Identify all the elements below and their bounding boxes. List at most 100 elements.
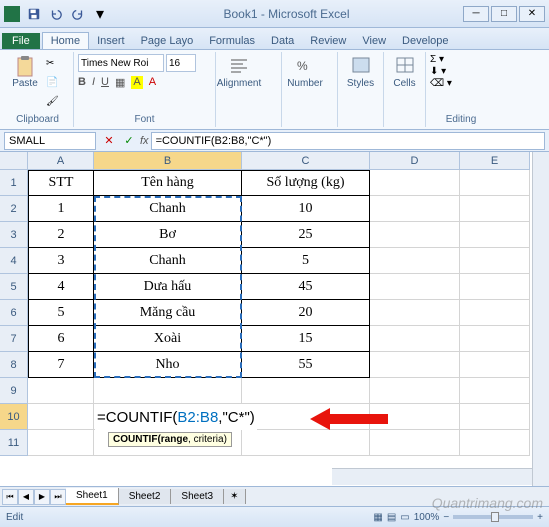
cell-C1[interactable]: Số lượng (kg) bbox=[242, 170, 370, 196]
cell-D4[interactable] bbox=[370, 248, 460, 274]
autosum-button[interactable]: Σ ▾ bbox=[430, 54, 492, 65]
cell-C3[interactable]: 25 bbox=[242, 222, 370, 248]
new-sheet-button[interactable]: ✶ bbox=[224, 489, 245, 504]
cut-icon[interactable]: ✂ bbox=[46, 54, 59, 72]
cell-D3[interactable] bbox=[370, 222, 460, 248]
sheet-nav-last[interactable]: ⏭ bbox=[50, 489, 66, 505]
copy-icon[interactable]: 📄 bbox=[46, 73, 59, 91]
bold-button[interactable]: B bbox=[78, 76, 86, 89]
tab-developer[interactable]: Develope bbox=[394, 33, 456, 49]
confirm-formula-icon[interactable]: ✓ bbox=[120, 132, 138, 150]
tab-insert[interactable]: Insert bbox=[89, 33, 133, 49]
row-header-7[interactable]: 7 bbox=[0, 326, 28, 352]
cell-A8[interactable]: 7 bbox=[28, 352, 94, 378]
paste-button[interactable]: Paste bbox=[6, 54, 44, 112]
row-header-1[interactable]: 1 bbox=[0, 170, 28, 196]
sheet-tab-1[interactable]: Sheet1 bbox=[66, 488, 119, 505]
cell-D8[interactable] bbox=[370, 352, 460, 378]
zoom-level[interactable]: 100% bbox=[414, 512, 440, 523]
zoom-out-button[interactable]: − bbox=[443, 512, 449, 523]
cell-C6[interactable]: 20 bbox=[242, 300, 370, 326]
italic-button[interactable]: I bbox=[92, 76, 95, 89]
cell-D2[interactable] bbox=[370, 196, 460, 222]
row-header-6[interactable]: 6 bbox=[0, 300, 28, 326]
cell-A5[interactable]: 4 bbox=[28, 274, 94, 300]
cell-A10[interactable] bbox=[28, 404, 94, 430]
cell-A6[interactable]: 5 bbox=[28, 300, 94, 326]
column-header-B[interactable]: B bbox=[94, 152, 242, 170]
row-header-9[interactable]: 9 bbox=[0, 378, 28, 404]
cell-A11[interactable] bbox=[28, 430, 94, 456]
cell-A1[interactable]: STT bbox=[28, 170, 94, 196]
qat-dropdown-icon[interactable]: ▾ bbox=[90, 4, 110, 24]
cell-A9[interactable] bbox=[28, 378, 94, 404]
cell-D5[interactable] bbox=[370, 274, 460, 300]
cell-B6[interactable]: Măng cầu bbox=[94, 300, 242, 326]
view-normal-icon[interactable]: ▦ bbox=[373, 512, 382, 523]
column-header-D[interactable]: D bbox=[370, 152, 460, 170]
cell-A3[interactable]: 2 bbox=[28, 222, 94, 248]
clear-button[interactable]: ⌫ ▾ bbox=[430, 78, 492, 89]
cell-E3[interactable] bbox=[460, 222, 530, 248]
row-header-11[interactable]: 11 bbox=[0, 430, 28, 456]
formula-bar[interactable]: =COUNTIF(B2:B8,"C*") bbox=[151, 132, 545, 150]
number-button[interactable]: %Number bbox=[286, 54, 324, 123]
redo-icon[interactable] bbox=[68, 4, 88, 24]
tab-review[interactable]: Review bbox=[302, 33, 354, 49]
cell-C2[interactable]: 10 bbox=[242, 196, 370, 222]
sheet-nav-next[interactable]: ▶ bbox=[34, 489, 50, 505]
cell-E10[interactable] bbox=[460, 404, 530, 430]
cell-A2[interactable]: 1 bbox=[28, 196, 94, 222]
cell-A4[interactable]: 3 bbox=[28, 248, 94, 274]
cell-B8[interactable]: Nho bbox=[94, 352, 242, 378]
fill-color-button[interactable]: A bbox=[131, 76, 142, 89]
cell-E7[interactable] bbox=[460, 326, 530, 352]
save-icon[interactable] bbox=[24, 4, 44, 24]
undo-icon[interactable] bbox=[46, 4, 66, 24]
cell-A7[interactable]: 6 bbox=[28, 326, 94, 352]
zoom-in-button[interactable]: + bbox=[537, 512, 543, 523]
column-header-E[interactable]: E bbox=[460, 152, 530, 170]
row-header-4[interactable]: 4 bbox=[0, 248, 28, 274]
font-color-button[interactable]: A bbox=[149, 76, 156, 89]
view-layout-icon[interactable]: ▤ bbox=[387, 512, 396, 523]
alignment-button[interactable]: Alignment bbox=[220, 54, 258, 123]
cell-D6[interactable] bbox=[370, 300, 460, 326]
tab-data[interactable]: Data bbox=[263, 33, 302, 49]
row-header-5[interactable]: 5 bbox=[0, 274, 28, 300]
cell-E5[interactable] bbox=[460, 274, 530, 300]
zoom-slider[interactable] bbox=[453, 515, 533, 519]
tab-view[interactable]: View bbox=[354, 33, 394, 49]
vertical-scrollbar[interactable] bbox=[532, 152, 549, 486]
styles-button[interactable]: Styles bbox=[342, 54, 379, 123]
row-header-8[interactable]: 8 bbox=[0, 352, 28, 378]
format-painter-icon[interactable]: 🖌 bbox=[46, 92, 59, 110]
cell-B3[interactable]: Bơ bbox=[94, 222, 242, 248]
cells-button[interactable]: Cells bbox=[388, 54, 421, 123]
cell-B1[interactable]: Tên hàng bbox=[94, 170, 242, 196]
row-header-3[interactable]: 3 bbox=[0, 222, 28, 248]
name-box[interactable]: SMALL bbox=[4, 132, 96, 150]
file-tab[interactable]: File bbox=[2, 33, 40, 49]
cell-E4[interactable] bbox=[460, 248, 530, 274]
worksheet-grid[interactable]: ABCDE 1234567891011 STTTên hàngSố lượng … bbox=[0, 152, 549, 472]
cell-B2[interactable]: Chanh bbox=[94, 196, 242, 222]
sheet-nav-prev[interactable]: ◀ bbox=[18, 489, 34, 505]
cell-D1[interactable] bbox=[370, 170, 460, 196]
fx-icon[interactable]: fx bbox=[140, 135, 149, 147]
cell-D9[interactable] bbox=[370, 378, 460, 404]
cell-C5[interactable]: 45 bbox=[242, 274, 370, 300]
cell-B9[interactable] bbox=[94, 378, 242, 404]
row-header-10[interactable]: 10 bbox=[0, 404, 28, 430]
column-header-C[interactable]: C bbox=[242, 152, 370, 170]
cell-C11[interactable] bbox=[242, 430, 370, 456]
sheet-tab-3[interactable]: Sheet3 bbox=[171, 489, 224, 504]
cell-B4[interactable]: Chanh bbox=[94, 248, 242, 274]
cell-C7[interactable]: 15 bbox=[242, 326, 370, 352]
active-cell-editor[interactable]: =COUNTIF(B2:B8,"C*") bbox=[95, 404, 257, 430]
cell-D11[interactable] bbox=[370, 430, 460, 456]
maximize-button[interactable]: □ bbox=[491, 6, 517, 22]
cell-E1[interactable] bbox=[460, 170, 530, 196]
row-header-2[interactable]: 2 bbox=[0, 196, 28, 222]
tab-home[interactable]: Home bbox=[42, 32, 89, 49]
